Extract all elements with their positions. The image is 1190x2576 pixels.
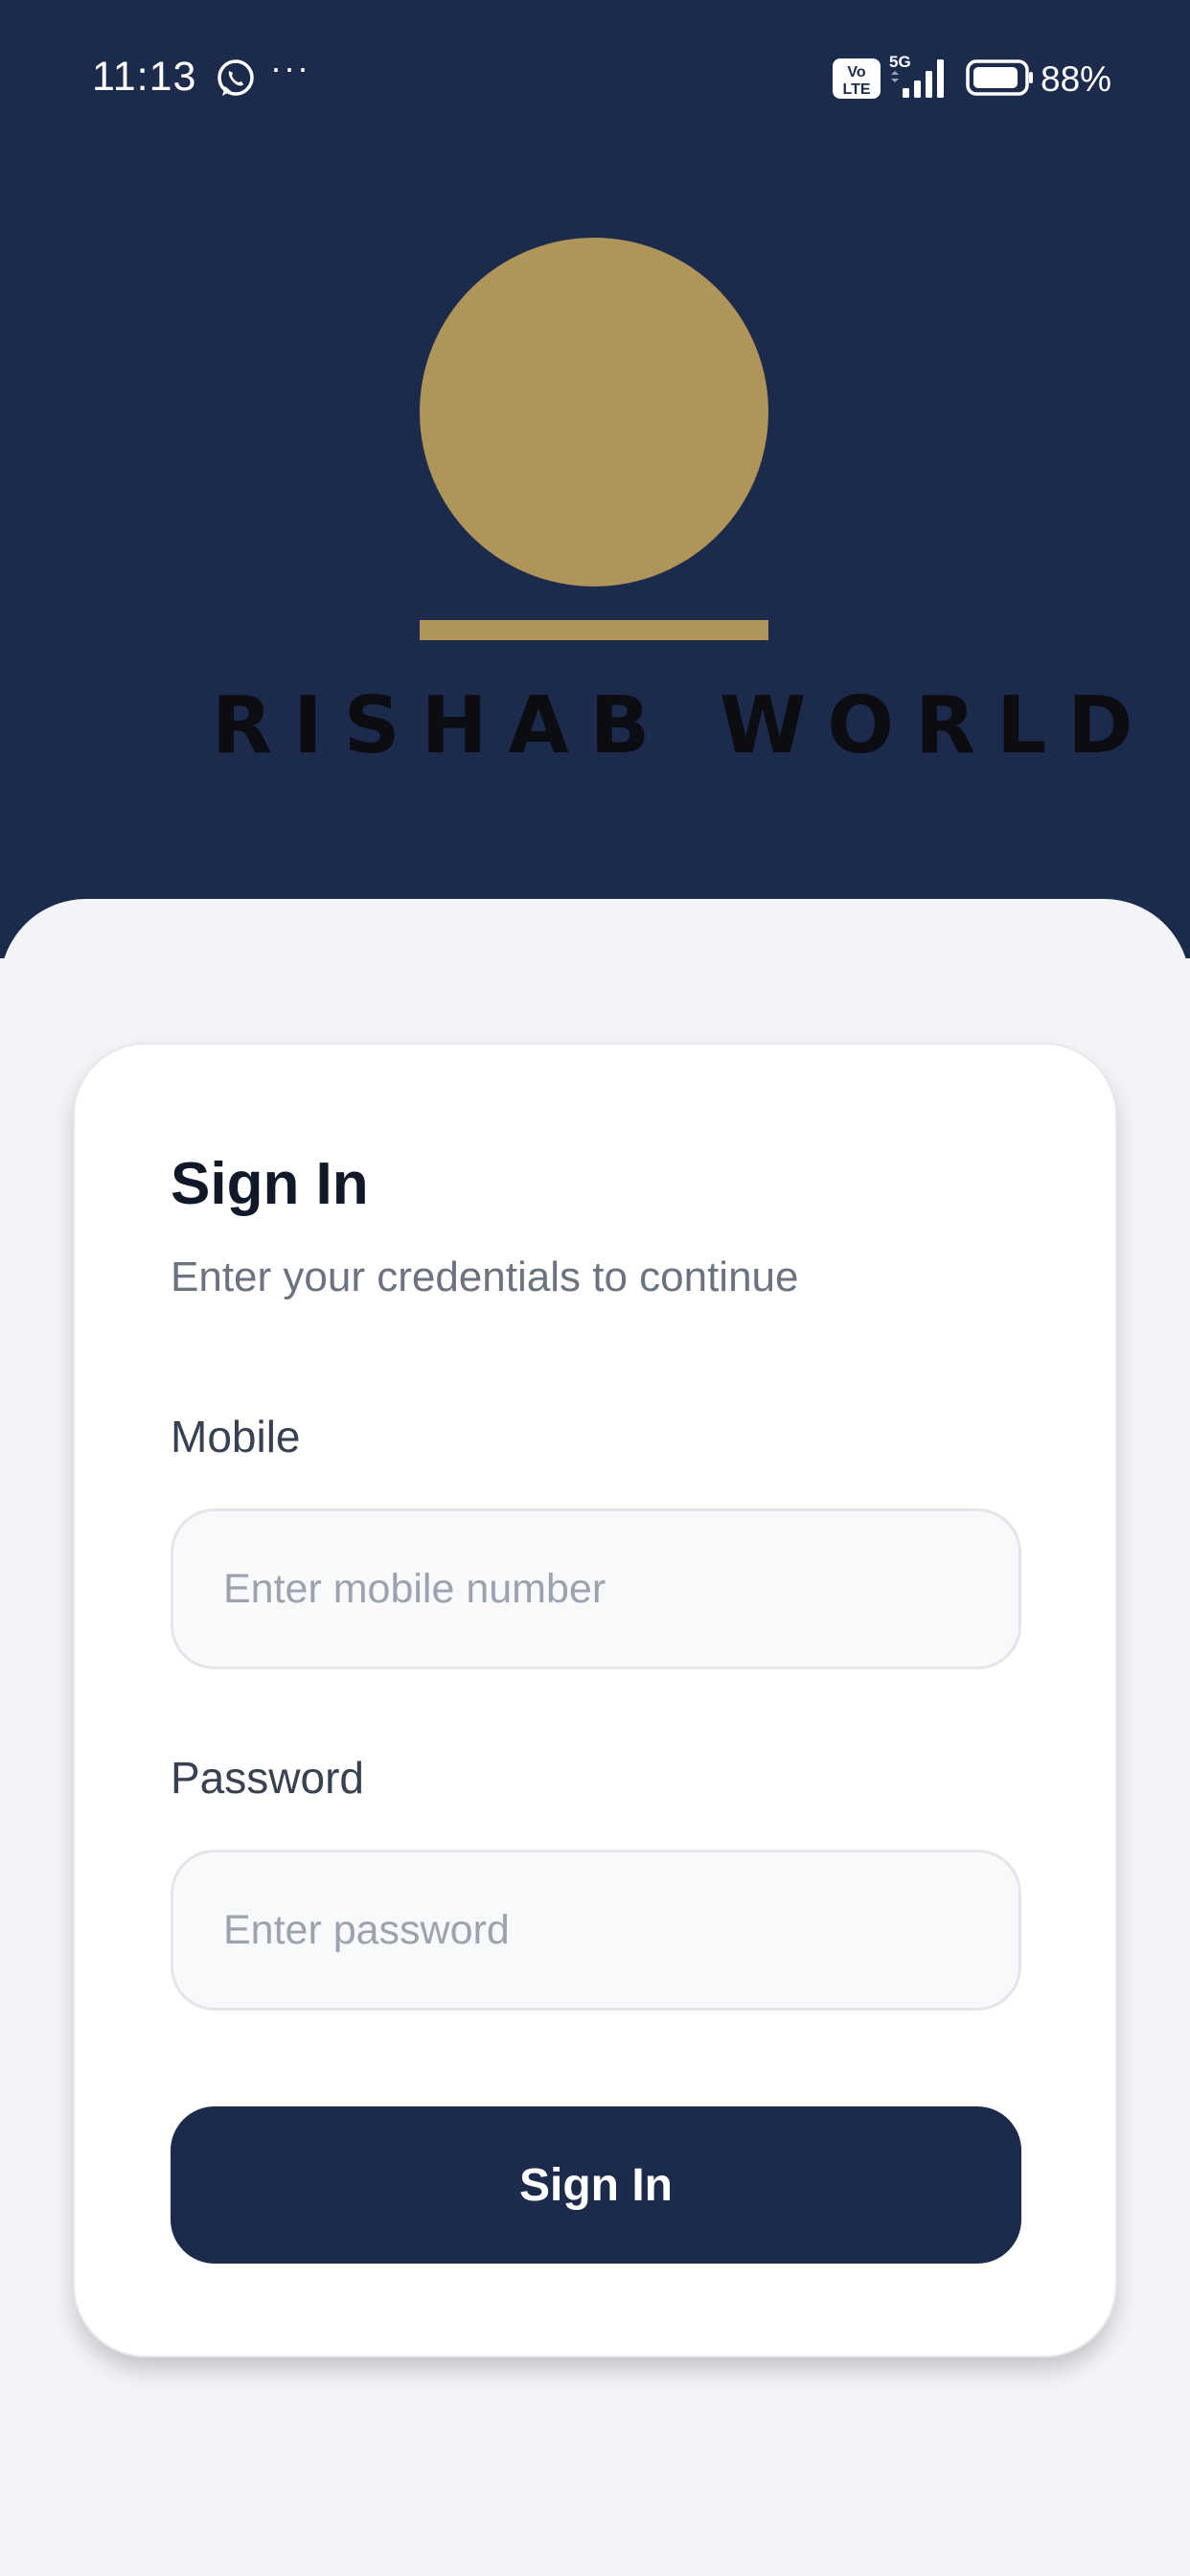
battery-percentage: 88% <box>1041 59 1112 99</box>
volte-icon: Vo LTE <box>833 58 881 99</box>
more-notifications-icon: ··· <box>270 48 310 87</box>
brand-header: 11:13 ··· Vo LTE 5G 88% RISHAB WORLD <box>0 0 1190 958</box>
svg-text:LTE: LTE <box>842 81 870 98</box>
signin-subtitle: Enter your credentials to continue <box>171 1254 799 1300</box>
password-input[interactable] <box>171 1850 1021 2011</box>
status-time: 11:13 <box>92 54 197 100</box>
signin-card: Sign In Enter your credentials to contin… <box>73 1043 1117 2358</box>
svg-text:Vo: Vo <box>847 64 865 80</box>
signin-title: Sign In <box>171 1151 369 1217</box>
signin-button[interactable]: Sign In <box>171 2106 1021 2264</box>
battery-icon <box>966 59 1033 96</box>
password-label: Password <box>171 1753 364 1803</box>
logo-circle <box>420 238 768 586</box>
mobile-label: Mobile <box>171 1412 301 1461</box>
logo-bar <box>420 620 768 640</box>
signal-icon: 5G <box>889 53 944 98</box>
mobile-input[interactable] <box>171 1508 1021 1669</box>
login-screen: 11:13 ··· Vo LTE 5G 88% RISHAB WORLD Sig… <box>0 0 1190 2576</box>
brand-wordmark: RISHAB WORLD <box>212 680 1155 771</box>
svg-text:5G: 5G <box>889 53 911 71</box>
status-bar: 11:13 ··· Vo LTE 5G 88% <box>0 0 1190 158</box>
whatsapp-icon <box>217 59 254 96</box>
